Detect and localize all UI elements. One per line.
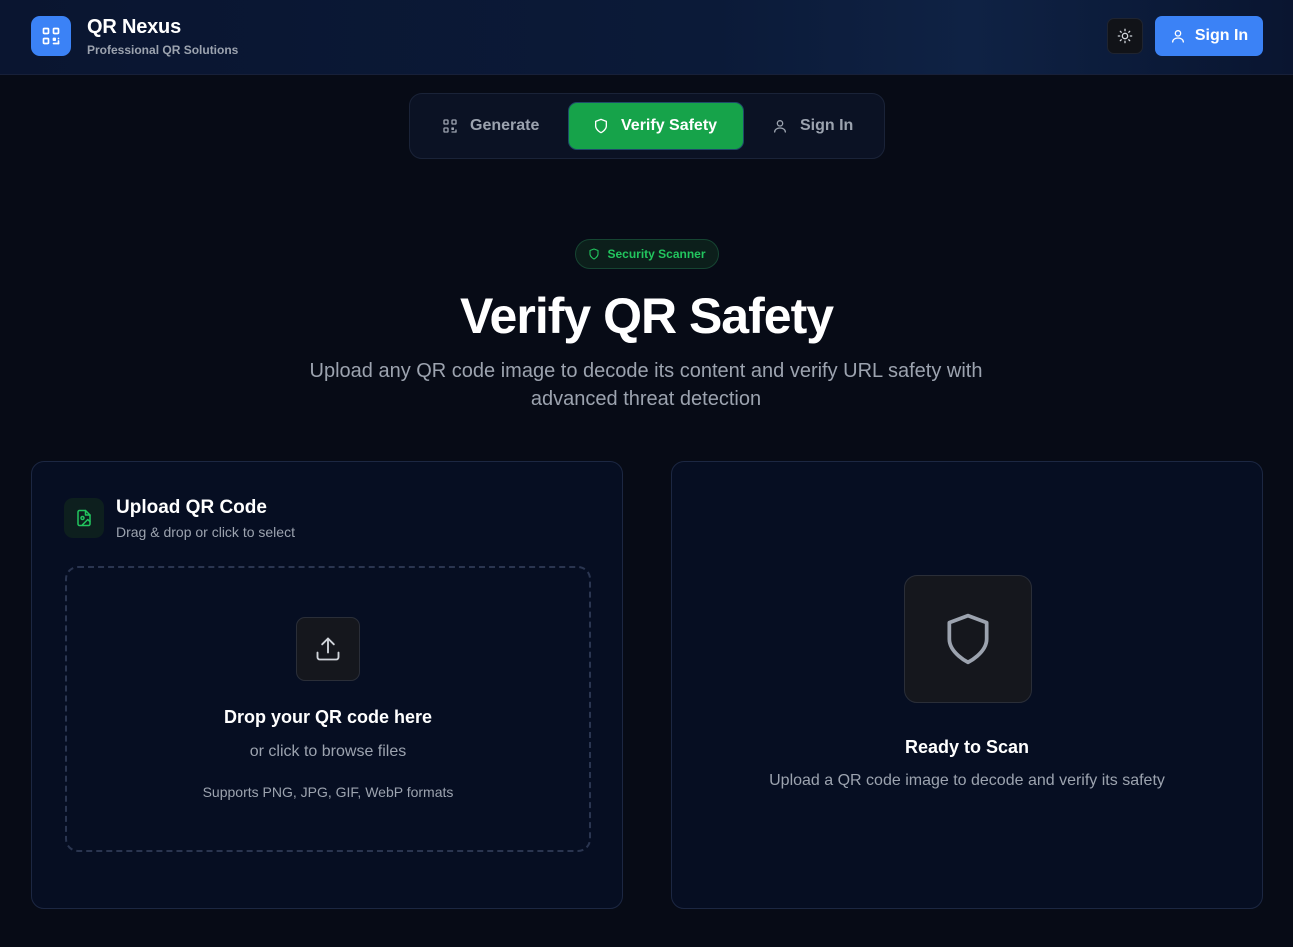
shield-icon: [947, 613, 989, 665]
tab-verify-safety-label: Verify Safety: [621, 117, 718, 134]
page-description: Upload any QR code image to decode its c…: [309, 360, 983, 410]
sun-icon: [1117, 28, 1133, 44]
upload-card-icon: [64, 498, 104, 538]
user-icon: [774, 120, 786, 133]
file-image-icon: [77, 509, 91, 527]
upload-icon-box: [296, 617, 360, 681]
logo[interactable]: [31, 16, 71, 56]
theme-toggle-button[interactable]: [1107, 18, 1143, 54]
header-sign-in-button[interactable]: Sign In: [1155, 16, 1263, 56]
app-header: QR Nexus Professional QR Solutions Sign …: [0, 0, 1293, 75]
upload-card-subtitle: Drag & drop or click to select: [116, 524, 295, 540]
qr-dropzone[interactable]: Drop your QR code here or click to brows…: [65, 566, 591, 852]
result-subtitle: Upload a QR code image to decode and ver…: [769, 772, 1165, 789]
tab-sign-in[interactable]: Sign In: [772, 102, 882, 150]
page-title: Verify QR Safety: [459, 288, 834, 344]
upload-card: Upload QR Code Drag & drop or click to s…: [31, 461, 623, 909]
user-icon: [1171, 30, 1184, 43]
qr-code-icon: [42, 27, 60, 45]
dropzone-formats: Supports PNG, JPG, GIF, WebP formats: [202, 784, 454, 800]
sign-in-label: Sign In: [1194, 27, 1249, 44]
app-tagline: Professional QR Solutions: [87, 43, 239, 57]
app-name: QR Nexus: [87, 16, 181, 38]
qr-code-icon: [443, 119, 457, 133]
dropzone-title: Drop your QR code here: [223, 707, 433, 727]
dropzone-subtitle: or click to browse files: [249, 743, 407, 760]
tab-generate-label: Generate: [470, 117, 540, 134]
upload-icon: [316, 637, 340, 661]
badge-label: Security Scanner: [607, 247, 706, 261]
shield-icon: [589, 248, 600, 260]
tab-verify-safety[interactable]: Verify Safety: [568, 102, 744, 150]
shield-icon: [595, 118, 607, 134]
upload-card-title: Upload QR Code: [116, 497, 267, 518]
security-scanner-badge: Security Scanner: [575, 239, 719, 269]
tab-generate[interactable]: Generate: [442, 102, 582, 150]
tab-sign-in-label: Sign In: [800, 117, 854, 134]
shield-placeholder: [904, 575, 1032, 703]
main-tabs: Generate Verify Safety Sign In: [409, 93, 885, 159]
result-title: Ready to Scan: [904, 737, 1030, 757]
scan-result-card: Ready to Scan Upload a QR code image to …: [671, 461, 1263, 909]
